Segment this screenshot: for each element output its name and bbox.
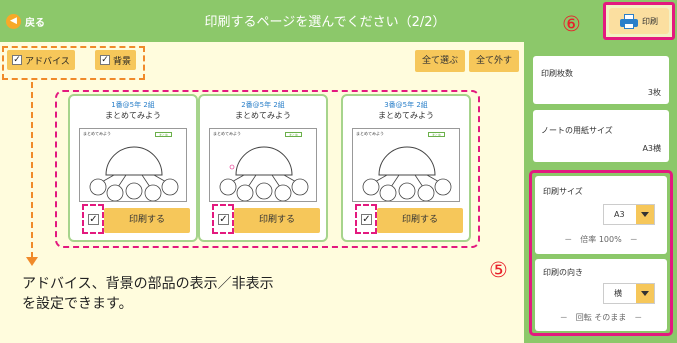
paper-size-value: A3横 [642, 144, 661, 153]
card-checkbox[interactable]: ✓ [361, 214, 372, 225]
step-marker-5: ⑤ [489, 258, 508, 282]
card-print-button[interactable]: 印刷する [377, 208, 463, 233]
annotation-arrow-head [26, 257, 38, 266]
page-title: 印刷するページを選んでください（2/2） [204, 15, 446, 30]
advice-toggle[interactable]: ✓ アドバイス [7, 50, 75, 70]
orientation-label: 印刷の向き [543, 268, 583, 277]
print-size-value: A3 [614, 210, 625, 219]
caption-line-1: アドバイス、背景の部品の表示／非表示 [22, 276, 274, 292]
orientation-value: 横 [614, 289, 622, 298]
print-size-dropdown[interactable]: A3 [603, 204, 655, 225]
header-bar: ◀ 戻る 印刷するページを選んでください（2/2） ⑥ 印刷 [0, 0, 677, 42]
print-button-highlight: 印刷 [603, 2, 675, 40]
annotation-arrow-line [31, 82, 33, 258]
card-title: まとめてみよう [235, 111, 291, 120]
print-size-label: 印刷サイズ [543, 187, 583, 196]
step-marker-6: ⑥ [562, 12, 581, 36]
back-button[interactable]: ◀ 戻る [6, 12, 45, 30]
page-thumbnail: まとめてみよう まとめ [79, 128, 187, 202]
orientation-panel: 印刷の向き 横 － 回転 そのまま － [535, 259, 667, 331]
card-class-label: 1番@5年 2組 [111, 101, 155, 109]
card-checkbox-highlight: ✓ [212, 204, 234, 234]
advice-label: アドバイス [25, 56, 70, 67]
print-size-panel: 印刷サイズ A3 － 倍率 100% － [535, 176, 667, 254]
mindmap-diagram [362, 146, 452, 201]
page-card-2: 2番@5年 2組 まとめてみよう まとめてみよう まとめ 印刷する ✓ [198, 94, 328, 242]
paper-size-panel: ノートの用紙サイズ A3横 [533, 110, 669, 162]
card-checkbox[interactable]: ✓ [218, 214, 229, 225]
card-print-button[interactable]: 印刷する [104, 208, 190, 233]
card-checkbox-highlight: ✓ [82, 204, 104, 234]
page-selection-area: ✓ アドバイス ✓ 背景 全て選ぶ 全て外す 1番@5年 2組 まとめてみよう … [0, 42, 524, 343]
background-label: 背景 [113, 56, 132, 67]
page-thumbnail: まとめてみよう まとめ [352, 128, 460, 202]
dropdown-arrow-icon [636, 284, 654, 303]
annotation-caption: アドバイス、背景の部品の表示／非表示 を設定できます。 [22, 274, 274, 314]
advice-checkbox[interactable]: ✓ [12, 55, 22, 65]
mindmap-diagram [219, 146, 309, 201]
print-button[interactable]: 印刷 [609, 8, 669, 34]
card-checkbox-highlight: ✓ [355, 204, 377, 234]
copies-panel: 印刷枚数 3枚 [533, 56, 669, 104]
copies-value: 3枚 [647, 88, 661, 97]
card-title: まとめてみよう [105, 111, 161, 120]
background-toggle[interactable]: ✓ 背景 [95, 50, 137, 70]
settings-highlight-box: 印刷サイズ A3 － 倍率 100% － 印刷の向き 横 － 回転 そのまま － [529, 170, 673, 336]
scale-text: － 倍率 100% － [564, 235, 638, 244]
back-arrow-icon: ◀ [6, 13, 21, 29]
deselect-all-button[interactable]: 全て外す [469, 50, 519, 72]
caption-line-2: を設定できます。 [22, 296, 133, 312]
dropdown-arrow-icon [636, 205, 654, 224]
card-class-label: 3番@5年 2組 [384, 101, 428, 109]
orientation-dropdown[interactable]: 横 [603, 283, 655, 304]
card-checkbox[interactable]: ✓ [88, 214, 99, 225]
select-all-button[interactable]: 全て選ぶ [415, 50, 465, 72]
page-card-3: 3番@5年 2組 まとめてみよう まとめてみよう まとめ 印刷する ✓ [341, 94, 471, 242]
page-card-1: 1番@5年 2組 まとめてみよう まとめてみよう まとめ 印刷する ✓ [68, 94, 198, 242]
background-checkbox[interactable]: ✓ [100, 55, 110, 65]
card-title: まとめてみよう [378, 111, 434, 120]
printer-icon [620, 13, 638, 29]
rotation-text: － 回転 そのまま － [559, 313, 643, 322]
paper-size-label: ノートの用紙サイズ [541, 126, 613, 135]
back-label: 戻る [25, 17, 45, 29]
copies-label: 印刷枚数 [541, 69, 573, 78]
card-class-label: 2番@5年 2組 [241, 101, 285, 109]
mindmap-diagram [89, 146, 179, 201]
print-settings-panel: 印刷枚数 3枚 ノートの用紙サイズ A3横 印刷サイズ A3 － 倍率 100%… [524, 42, 677, 343]
print-label: 印刷 [642, 16, 658, 26]
card-print-button[interactable]: 印刷する [234, 208, 320, 233]
page-thumbnail: まとめてみよう まとめ [209, 128, 317, 202]
